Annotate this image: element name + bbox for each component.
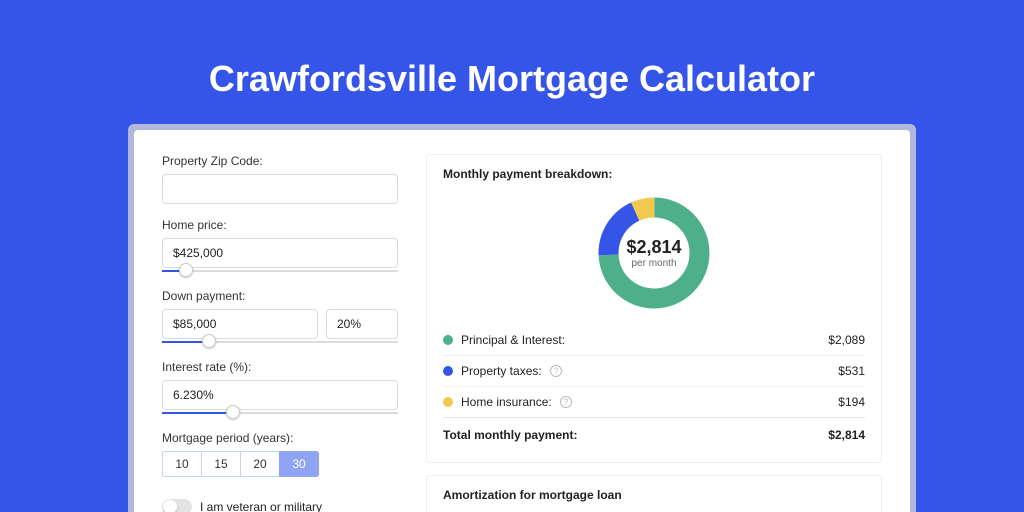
- down-payment-slider[interactable]: [162, 338, 398, 346]
- breakdown-item-label: Home insurance:: [461, 395, 552, 409]
- results-column: Monthly payment breakdown: $2,814 per mo…: [426, 154, 882, 512]
- home-price-label: Home price:: [162, 218, 398, 232]
- info-icon[interactable]: ?: [550, 365, 562, 377]
- period-label: Mortgage period (years):: [162, 431, 398, 445]
- down-payment-percent-input[interactable]: [326, 309, 398, 339]
- home-price-slider[interactable]: [162, 267, 398, 275]
- breakdown-row: Home insurance:? $194: [443, 386, 865, 417]
- period-row: Mortgage period (years): 10152030: [162, 431, 398, 477]
- breakdown-row: Property taxes:? $531: [443, 355, 865, 386]
- home-price-slider-thumb[interactable]: [179, 263, 193, 277]
- legend-dot: [443, 366, 453, 376]
- interest-input[interactable]: [162, 380, 398, 410]
- period-button-20[interactable]: 20: [240, 451, 280, 477]
- veteran-row: I am veteran or military: [162, 499, 398, 512]
- period-button-10[interactable]: 10: [162, 451, 202, 477]
- calculator-card: Property Zip Code: Home price: Down paym…: [134, 130, 910, 512]
- veteran-label: I am veteran or military: [200, 500, 322, 512]
- donut-chart: $2,814 per month: [594, 193, 714, 313]
- period-button-30[interactable]: 30: [279, 451, 319, 477]
- amortization-title: Amortization for mortgage loan: [443, 488, 865, 502]
- total-row: Total monthly payment: $2,814: [443, 417, 865, 450]
- home-price-row: Home price:: [162, 218, 398, 275]
- legend-dot: [443, 335, 453, 345]
- interest-slider[interactable]: [162, 409, 398, 417]
- donut-center: $2,814 per month: [594, 193, 714, 313]
- down-payment-row: Down payment:: [162, 289, 398, 346]
- breakdown-title: Monthly payment breakdown:: [443, 167, 865, 181]
- breakdown-item-value: $2,089: [828, 333, 865, 347]
- interest-slider-thumb[interactable]: [226, 405, 240, 419]
- breakdown-row: Principal & Interest: $2,089: [443, 325, 865, 355]
- donut-chart-wrap: $2,814 per month: [443, 189, 865, 325]
- info-icon[interactable]: ?: [560, 396, 572, 408]
- breakdown-item-value: $194: [838, 395, 865, 409]
- total-label: Total monthly payment:: [443, 428, 577, 442]
- interest-label: Interest rate (%):: [162, 360, 398, 374]
- home-price-input[interactable]: [162, 238, 398, 268]
- down-payment-amount-input[interactable]: [162, 309, 318, 339]
- interest-row: Interest rate (%):: [162, 360, 398, 417]
- legend-dot: [443, 397, 453, 407]
- breakdown-item-label: Principal & Interest:: [461, 333, 565, 347]
- page-title: Crawfordsville Mortgage Calculator: [0, 0, 1024, 100]
- zip-label: Property Zip Code:: [162, 154, 398, 168]
- period-button-15[interactable]: 15: [201, 451, 241, 477]
- down-payment-slider-thumb[interactable]: [202, 334, 216, 348]
- inputs-column: Property Zip Code: Home price: Down paym…: [162, 154, 398, 512]
- period-buttons: 10152030: [162, 451, 398, 477]
- breakdown-item-label: Property taxes:: [461, 364, 542, 378]
- down-payment-label: Down payment:: [162, 289, 398, 303]
- breakdown-item-value: $531: [838, 364, 865, 378]
- breakdown-panel: Monthly payment breakdown: $2,814 per mo…: [426, 154, 882, 463]
- donut-amount: $2,814: [626, 237, 681, 258]
- zip-row: Property Zip Code:: [162, 154, 398, 204]
- total-value: $2,814: [828, 428, 865, 442]
- card-frame: Property Zip Code: Home price: Down paym…: [128, 124, 916, 512]
- veteran-toggle[interactable]: [162, 499, 192, 512]
- amortization-panel: Amortization for mortgage loan Amortizat…: [426, 475, 882, 512]
- zip-input[interactable]: [162, 174, 398, 204]
- donut-sub: per month: [631, 258, 676, 269]
